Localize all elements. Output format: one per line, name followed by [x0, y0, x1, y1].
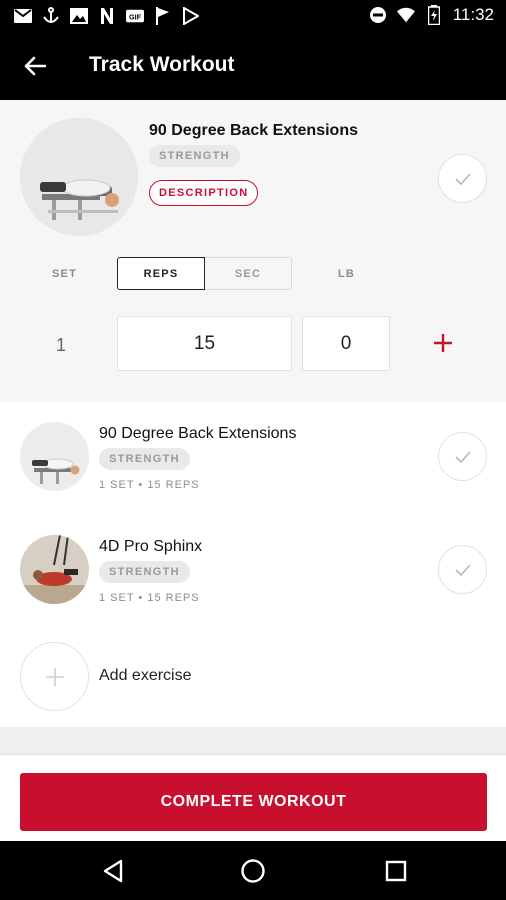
set-column-label: SET: [52, 268, 77, 280]
exercise-meta: 1 SET • 15 REPS: [99, 592, 200, 604]
add-set-button[interactable]: [430, 330, 456, 356]
gif-icon: GIF: [126, 7, 144, 25]
svg-text:GIF: GIF: [129, 13, 142, 22]
nav-back-button[interactable]: [97, 855, 129, 887]
add-exercise-button[interactable]: Add exercise: [0, 627, 506, 727]
weight-input[interactable]: 0: [302, 316, 390, 371]
exercise-thumbnail[interactable]: [20, 118, 138, 236]
active-exercise-tag: STRENGTH: [149, 145, 240, 167]
exercise-name: 4D Pro Sphinx: [99, 538, 203, 555]
check-icon: [454, 563, 471, 576]
exercise-list: 90 Degree Back Extensions STRENGTH 1 SET…: [0, 402, 506, 727]
plus-icon: [45, 667, 64, 686]
reps-toggle-button[interactable]: REPS: [117, 257, 205, 290]
wifi-icon: [396, 6, 415, 24]
active-exercise-check-button[interactable]: [438, 154, 487, 203]
check-icon: [454, 172, 471, 185]
exercise-name: 90 Degree Back Extensions: [99, 425, 297, 442]
n-icon: [98, 7, 116, 25]
exercise-tag: STRENGTH: [99, 561, 190, 583]
active-exercise-card: 90 Degree Back Extensions STRENGTH DESCR…: [0, 100, 506, 402]
add-circle: [20, 642, 89, 711]
app-bar: Track Workout: [0, 32, 506, 100]
list-item[interactable]: 4D Pro Sphinx STRENGTH 1 SET • 15 REPS: [0, 515, 506, 627]
exercise-thumbnail: [20, 422, 89, 491]
back-button[interactable]: [18, 49, 52, 83]
battery-icon: [425, 5, 443, 25]
active-exercise-name: 90 Degree Back Extensions: [149, 122, 358, 139]
add-exercise-label: Add exercise: [99, 667, 192, 684]
anchor-icon: [42, 7, 60, 25]
description-button[interactable]: DESCRIPTION: [149, 180, 259, 206]
play-store-icon: [182, 7, 200, 25]
nav-home-icon: [241, 859, 265, 883]
plus-icon: [434, 334, 452, 352]
nav-back-icon: [103, 859, 123, 883]
system-icons: 11:32: [369, 5, 494, 25]
nav-home-button[interactable]: [237, 855, 269, 887]
page-title: Track Workout: [89, 53, 235, 76]
notification-icons: GIF: [14, 7, 200, 25]
arrow-left-icon: [24, 56, 46, 76]
exercise-tag: STRENGTH: [99, 448, 190, 470]
flag-icon: [154, 7, 172, 25]
footer: COMPLETE WORKOUT: [0, 755, 506, 841]
complete-workout-button[interactable]: COMPLETE WORKOUT: [20, 773, 487, 831]
sec-toggle-button[interactable]: SEC: [205, 257, 292, 290]
exercise-check-button[interactable]: [438, 545, 487, 594]
system-nav-bar: [0, 841, 506, 900]
clock: 11:32: [452, 5, 494, 24]
gmail-icon: [14, 7, 32, 25]
exercise-meta: 1 SET • 15 REPS: [99, 479, 200, 491]
status-bar: GIF 11:32: [0, 0, 506, 32]
image-icon: [70, 7, 88, 25]
exercise-check-button[interactable]: [438, 432, 487, 481]
reps-input[interactable]: 15: [117, 316, 292, 371]
dnd-icon: [369, 6, 387, 24]
check-icon: [454, 450, 471, 463]
divider: [0, 727, 506, 755]
set-number: 1: [56, 335, 67, 355]
nav-recents-icon: [385, 860, 407, 882]
lb-column-label: LB: [338, 268, 356, 280]
list-item[interactable]: 90 Degree Back Extensions STRENGTH 1 SET…: [0, 402, 506, 514]
nav-recents-button[interactable]: [380, 855, 412, 887]
unit-toggle: REPS SEC: [117, 257, 292, 290]
exercise-thumbnail: [20, 535, 89, 604]
